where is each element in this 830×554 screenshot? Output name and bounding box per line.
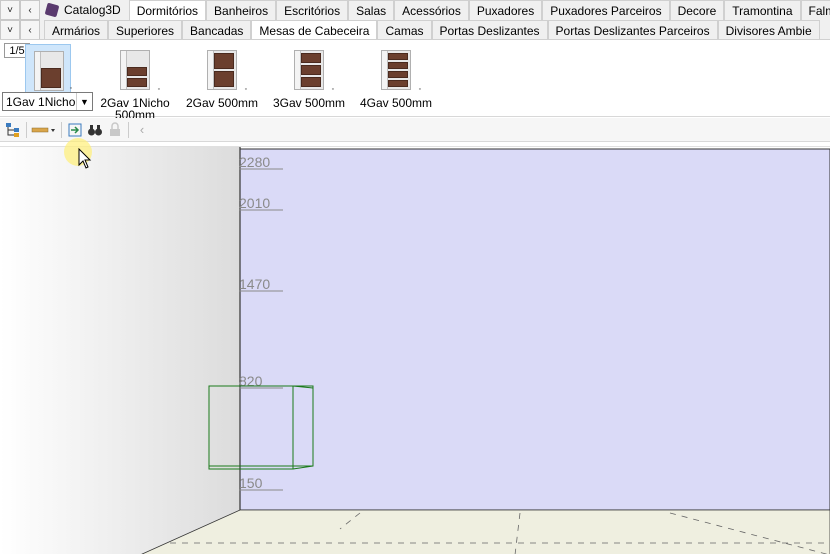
export-icon <box>68 123 82 136</box>
app-tab[interactable]: Catalog3D <box>40 0 129 20</box>
ruler-dropdown-icon <box>31 127 55 132</box>
subtabs-scroll-left-button[interactable]: ‹ <box>20 20 40 39</box>
cabinet-thumbnail-icon: ▫ <box>25 44 72 94</box>
hierarchy-button[interactable] <box>3 120 23 140</box>
subtab-superiores[interactable]: Superiores <box>108 20 183 39</box>
tab-puxadores[interactable]: Puxadores <box>468 0 543 20</box>
subtab-bancadas[interactable]: Bancadas <box>182 20 252 39</box>
tab-decore[interactable]: Decore <box>669 0 725 20</box>
tabs-scroll-left-button[interactable]: ‹ <box>20 0 40 20</box>
info-icon: ▫ <box>418 86 421 93</box>
chevron-down-icon: ▼ <box>76 93 92 110</box>
subtab-portas-deslizantes-parceiros[interactable]: Portas Deslizantes Parceiros <box>547 20 718 39</box>
toolbar-separator <box>26 121 27 138</box>
subcategory-tab-bar: ˅ ‹ Armários Superiores Bancadas Mesas de C… <box>0 20 830 40</box>
item-variant-value: 1Gav 1Nicho : <box>6 94 83 109</box>
item-variant-select[interactable]: 1Gav 1Nicho : ▼ <box>2 92 93 111</box>
chevron-left-icon: ‹ <box>28 24 32 36</box>
binoculars-icon <box>88 124 102 135</box>
tab-escritórios[interactable]: Escritórios <box>276 0 349 20</box>
back-arrow-icon: ‹ <box>139 122 145 137</box>
left-wall <box>0 147 240 554</box>
dimension-label: 820 <box>239 373 263 389</box>
dimension-label: 2280 <box>239 154 270 170</box>
cabinet-thumbnail-icon: ▫ <box>199 44 247 94</box>
catalog-item[interactable]: ▫ 4Gav 500mm <box>356 41 436 109</box>
tab-acessórios[interactable]: Acessórios <box>394 0 469 20</box>
catalog-item[interactable]: ▫ 3Gav 500mm <box>269 41 349 109</box>
room-scene: 2280 2010 1470 820 150 <box>0 147 830 554</box>
dimension-label: 2010 <box>239 195 270 211</box>
catalog-panel: 1/5 ▫ ▫ 2Gav 1Nicho 500mm ▫ 2Gav 500mm ▫ 3Gav … <box>0 41 830 121</box>
catalog-item-label: 2Gav 500mm <box>185 96 259 110</box>
hierarchy-icon <box>6 122 19 137</box>
catalog-item[interactable]: ▫ <box>8 41 88 97</box>
subtab-mesas-de-cabeceira[interactable]: Mesas de Cabeceira <box>251 20 378 39</box>
subcategory-tabs: Armários Superiores Bancadas Mesas de Cabec… <box>40 20 820 39</box>
lock-button[interactable] <box>105 120 125 140</box>
subtab-divisores-ambie[interactable]: Divisores Ambie <box>717 20 820 39</box>
cabinet-thumbnail-icon: ▫ <box>112 44 160 94</box>
category-tabs: Dormitórios Banheiros Escritórios Salas Aces… <box>128 0 830 20</box>
subtabs-dropdown-button[interactable]: ˅ <box>0 20 20 39</box>
3d-viewport[interactable]: 2280 2010 1470 820 150 <box>0 146 830 554</box>
back-button[interactable]: ‹ <box>132 120 152 140</box>
viewport-toolbar: ‹ <box>0 118 830 142</box>
chevron-down-icon: ˅ <box>7 24 13 36</box>
subtab-camas[interactable]: Camas <box>377 20 432 39</box>
info-icon: ▫ <box>331 86 334 93</box>
ruler-dropdown-button[interactable] <box>30 120 58 140</box>
subtab-armários[interactable]: Armários <box>44 20 109 39</box>
lock-icon <box>110 121 120 136</box>
dimension-label: 150 <box>239 475 263 491</box>
app-name: Catalog3D <box>64 3 121 17</box>
dimension-label: 1470 <box>239 276 270 292</box>
catalog-cube-icon <box>44 2 60 18</box>
export-button[interactable] <box>65 120 85 140</box>
back-wall <box>239 148 830 511</box>
info-icon: ▫ <box>157 86 160 93</box>
tab-dormitórios[interactable]: Dormitórios <box>128 0 207 20</box>
catalog-item[interactable]: ▫ 2Gav 500mm <box>182 41 262 109</box>
catalog-item-label: 3Gav 500mm <box>272 96 346 110</box>
catalog-item[interactable]: ▫ 2Gav 1Nicho 500mm <box>95 41 175 121</box>
toolbar-separator <box>128 121 129 138</box>
tab-banheiros[interactable]: Banheiros <box>206 0 277 20</box>
category-tab-bar: ˅ ‹ Catalog3D Dormitórios Banheiros Escrit… <box>0 0 830 20</box>
subtab-portas-deslizantes[interactable]: Portas Deslizantes <box>431 20 548 39</box>
toolbar-separator <box>61 121 62 138</box>
tab-puxadores-parceiros[interactable]: Puxadores Parceiros <box>542 0 670 20</box>
cabinet-thumbnail-icon: ▫ <box>373 44 421 94</box>
tab-tramontina[interactable]: Tramontina <box>724 0 801 20</box>
mouse-pointer-icon <box>78 148 92 169</box>
tabs-dropdown-button[interactable]: ˅ <box>0 0 20 20</box>
tab-salas[interactable]: Salas <box>348 0 395 20</box>
cabinet-thumbnail-icon: ▫ <box>286 44 334 94</box>
floor <box>141 509 830 554</box>
info-icon: ▫ <box>244 86 247 93</box>
tab-falmec[interactable]: Falmec <box>800 0 830 20</box>
chevron-down-icon: ˅ <box>7 4 13 16</box>
chevron-left-icon: ‹ <box>28 4 32 16</box>
catalog-item-label: 4Gav 500mm <box>359 96 433 110</box>
find-button[interactable] <box>85 120 105 140</box>
